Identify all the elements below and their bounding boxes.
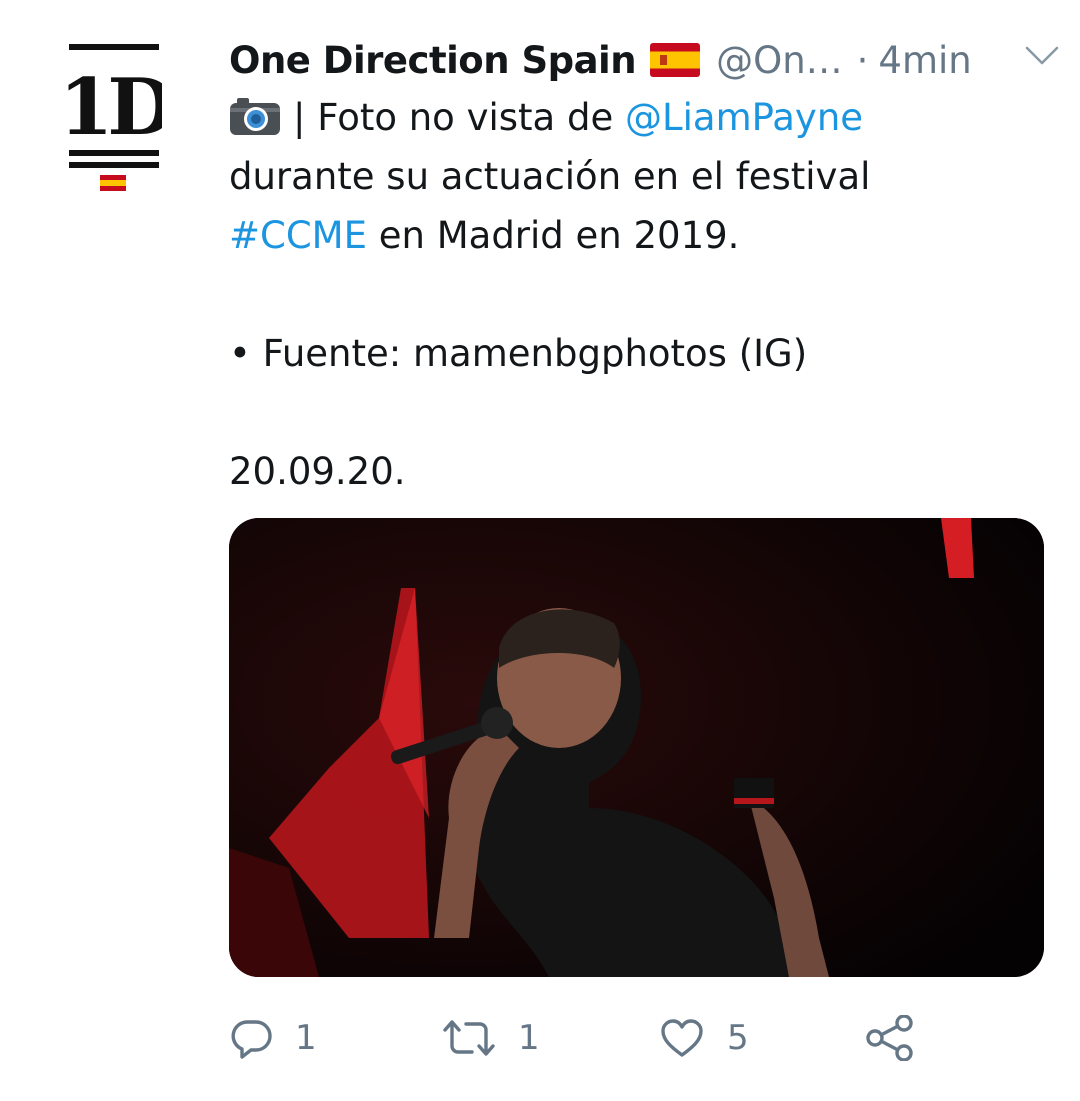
tweet-line-1: | Foto no vista de @LiamPayne [229,88,1029,147]
camera-icon [230,98,280,135]
tweet-photo[interactable] [229,518,1044,977]
chevron-down-icon[interactable] [1023,42,1061,70]
separator-dot: · [856,38,869,82]
source-line: • Fuente: mamenbgphotos (IG) [229,332,808,375]
hashtag-link[interactable]: #CCME [229,214,367,257]
date-line: 20.09.20. [229,450,406,493]
tweet-line-2: durante su actuación en el festival [229,155,871,198]
tweet-text-location: en Madrid en 2019. [366,214,740,257]
tweet-actions: 1 1 5 [229,1008,1029,1068]
reply-button[interactable]: 1 [229,1008,317,1068]
reply-icon [231,1020,272,1059]
share-icon [866,1015,913,1061]
heart-icon [661,1019,703,1057]
tweet-content: One Direction Spain @On… · 4min | Foto n… [229,34,1059,501]
avatar[interactable]: 1D [59,40,178,200]
timestamp[interactable]: 4min [878,39,971,82]
like-count: 5 [727,1018,749,1058]
tweet-text: | Foto no vista de @LiamPayne durante su… [229,88,1029,501]
concert-photo [229,518,1044,977]
display-name[interactable]: One Direction Spain [229,39,637,82]
mention-link[interactable]: @LiamPayne [625,96,863,139]
spain-flag-icon [100,175,126,191]
user-handle[interactable]: @On… [716,39,843,82]
logo-text: 1D [66,62,162,153]
retweet-button[interactable]: 1 [442,1008,540,1068]
retweet-count: 1 [518,1018,540,1058]
tweet-header: One Direction Spain @On… · 4min [229,34,1059,86]
share-button[interactable] [865,1008,937,1068]
one-direction-logo: 1D [59,44,178,191]
reply-count: 1 [295,1018,317,1058]
like-button[interactable]: 5 [659,1008,749,1068]
tweet-line-3: #CCME en Madrid en 2019. [229,206,1029,265]
tweet-text-intro: | Foto no vista de [293,96,625,139]
spain-flag-icon [650,43,701,77]
retweet-icon [443,1020,495,1056]
